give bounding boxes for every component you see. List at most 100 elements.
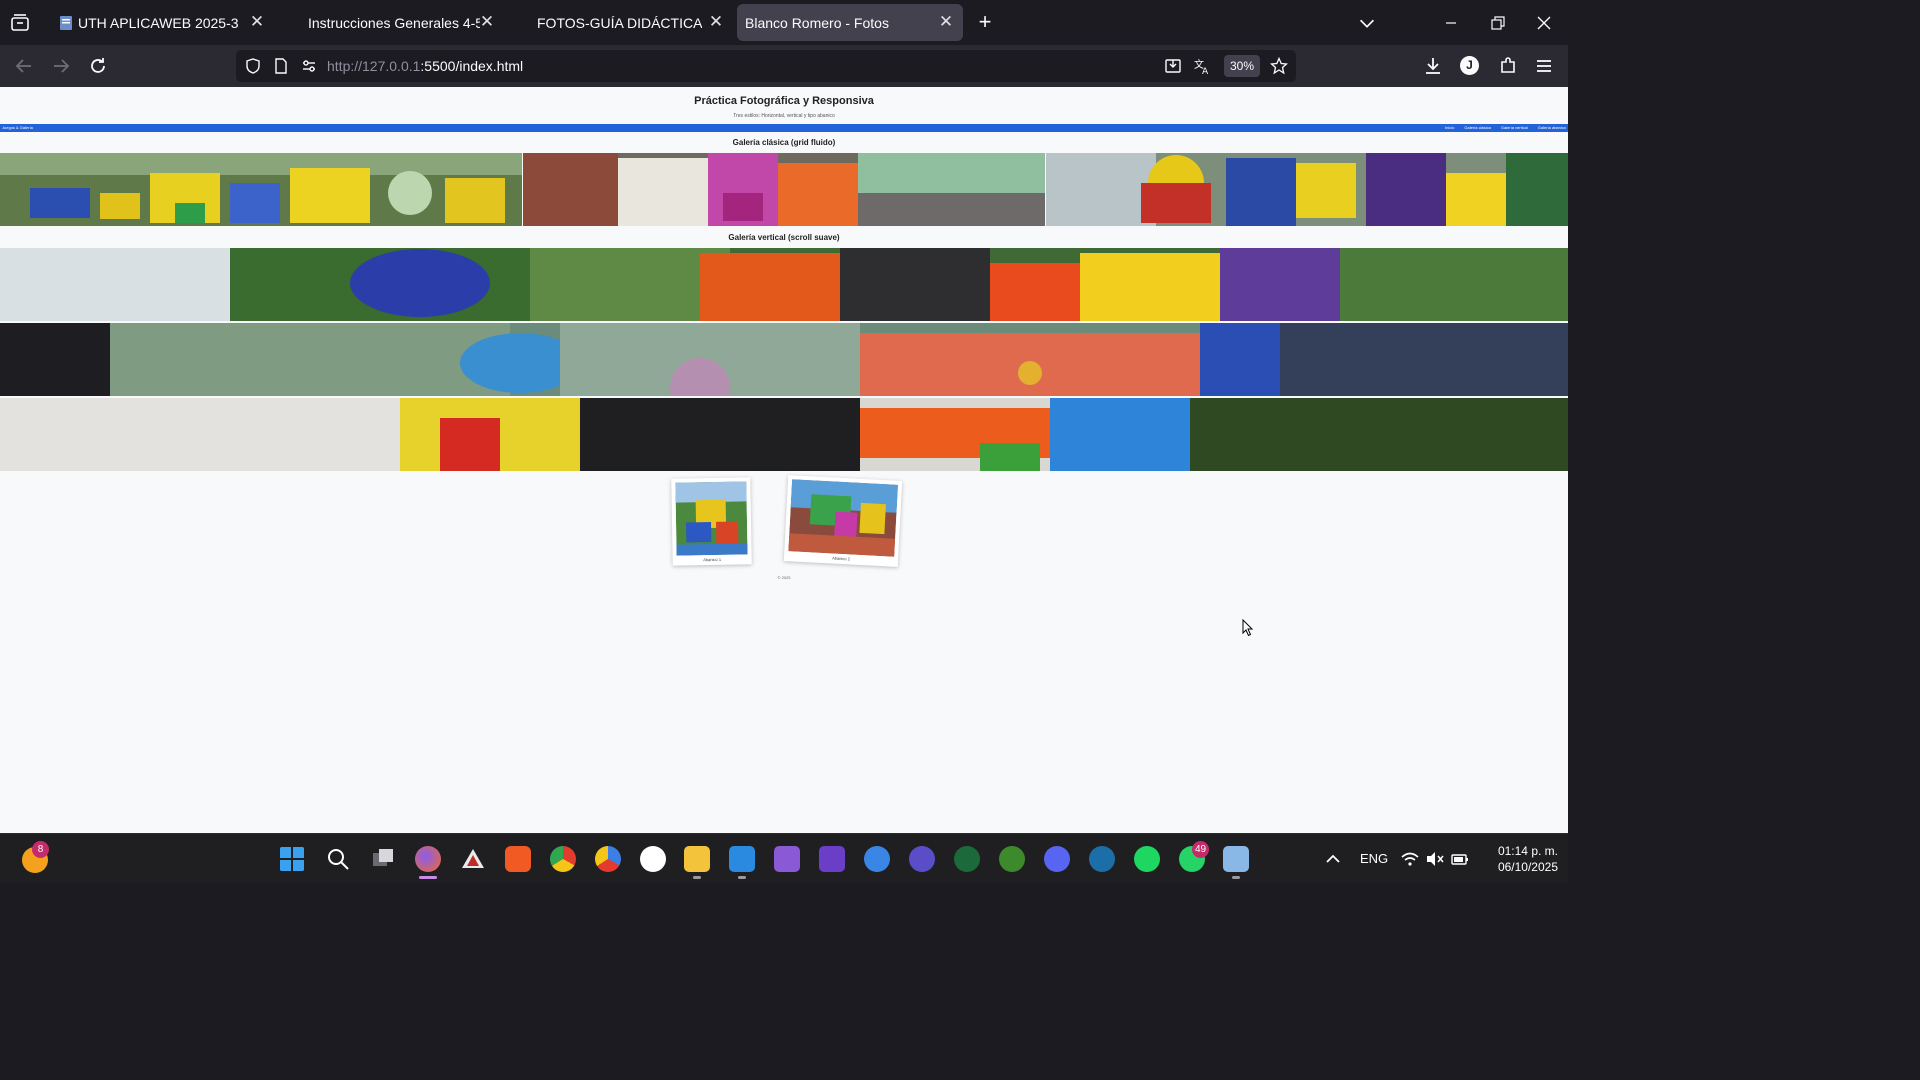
nav-link-galeria-vertical[interactable]: Galería vertical (1501, 125, 1528, 130)
vertical-photo-3[interactable] (0, 398, 1568, 471)
hs-app-icon[interactable] (999, 846, 1025, 872)
mongodb-compass-icon[interactable] (954, 846, 980, 872)
menu-icon[interactable] (1532, 54, 1556, 78)
speaker-muted-icon[interactable] (1425, 849, 1445, 869)
shield-icon[interactable] (244, 57, 262, 75)
photos-app-icon[interactable] (1223, 846, 1249, 872)
moon-app-icon[interactable] (909, 846, 935, 872)
reload-icon[interactable] (86, 54, 110, 78)
section-title-grid: Galería clásica (grid fluido) (732, 138, 836, 147)
file-explorer-indicator (693, 876, 701, 879)
app-store-icon[interactable] (864, 846, 890, 872)
vertical-photo-2[interactable] (0, 323, 1568, 396)
vscode-indicator (738, 876, 746, 879)
chrome-icon[interactable] (550, 846, 576, 872)
discord-icon[interactable] (1044, 846, 1070, 872)
tab-title: Instrucciones Generales 4-5 u2. (308, 15, 480, 31)
close-tab-icon[interactable]: ✕ (936, 12, 956, 32)
system-clock[interactable]: 01:14 p. m. 06/10/2025 (1478, 843, 1558, 875)
nav-link-galeria-clasica[interactable]: Galería clásica (1464, 125, 1490, 130)
url-path: :5500/index.html (420, 58, 524, 74)
site-navbar: Juegos & Galería Inicio Galería clásica … (0, 124, 1568, 132)
forward-arrow-icon[interactable] (49, 54, 73, 78)
firefox-active-indicator (419, 876, 437, 879)
clock-time: 01:14 p. m. (1497, 844, 1558, 858)
page-title: Práctica Fotográfica y Responsiva (694, 95, 874, 107)
page-subtitle: Tres estilos: Horizontal, vertical y tip… (733, 113, 835, 119)
save-to-pocket-icon[interactable] (1164, 57, 1182, 75)
fan-caption-1: Abanico 1 (703, 556, 722, 563)
vscode-icon[interactable] (729, 846, 755, 872)
page-icon[interactable] (272, 57, 290, 75)
tab-fotos-guia[interactable]: FOTOS-GUÍA DIDÁCTICA.pdf ✕ (518, 4, 734, 41)
gallery-photo-1[interactable] (0, 153, 522, 226)
visual-studio-preview-icon[interactable] (819, 846, 845, 872)
page-footer: © 2025 (777, 575, 791, 580)
inkscape-icon[interactable] (460, 846, 486, 872)
fan-card-1[interactable]: Abanico 1 (671, 477, 752, 566)
vertical-photo-1[interactable] (0, 248, 1568, 321)
site-nav-links: Inicio Galería clásica Galería vertical … (1445, 125, 1566, 130)
wifi-icon[interactable] (1400, 849, 1420, 869)
github-icon[interactable] (640, 846, 666, 872)
chrome-profile-icon[interactable] (595, 846, 621, 872)
svg-text:A: A (1202, 67, 1209, 75)
gallery-photo-2[interactable] (523, 153, 1045, 226)
bookmark-star-icon[interactable] (1270, 57, 1288, 75)
nav-link-inicio[interactable]: Inicio (1445, 125, 1454, 130)
spotify-icon[interactable] (1134, 846, 1160, 872)
fan-card-2[interactable]: Abanico 2 (783, 475, 903, 567)
navigation-toolbar: http://127.0.0.1:5500/index.html 文 A 30%… (0, 45, 1568, 87)
section-title-vertical: Galería vertical (scroll suave) (728, 233, 840, 242)
site-brand-link[interactable]: Juegos & Galería (2, 125, 33, 130)
visual-studio-icon[interactable] (774, 846, 800, 872)
url-bar[interactable]: http://127.0.0.1:5500/index.html 文 A 30% (236, 50, 1296, 82)
close-tab-icon[interactable]: ✕ (247, 12, 267, 32)
gallery-photo-3[interactable] (1046, 153, 1568, 226)
web-page-content: Práctica Fotográfica y Responsiva Tres e… (0, 87, 1568, 833)
tab-strip: UTH APLICAWEB 2025-3 ✕ Instrucciones Gen… (0, 0, 1568, 45)
tab-title: UTH APLICAWEB 2025-3 (78, 15, 238, 31)
chevron-down-icon[interactable] (1356, 12, 1378, 34)
permissions-icon[interactable] (300, 57, 318, 75)
brave-browser-icon[interactable] (505, 846, 531, 872)
tab-instrucciones[interactable]: Instrucciones Generales 4-5 u2. ✕ (288, 4, 506, 41)
nav-link-galeria-abanico[interactable]: Galería abanico (1538, 125, 1566, 130)
photos-app-indicator (1232, 876, 1240, 879)
search-icon[interactable] (325, 846, 351, 872)
restore-icon[interactable] (1487, 12, 1509, 34)
close-window-icon[interactable] (1533, 12, 1555, 34)
translate-icon[interactable]: 文 A (1193, 57, 1211, 75)
downloads-icon[interactable] (1421, 54, 1445, 78)
tab-uth-aplicaweb[interactable]: UTH APLICAWEB 2025-3 ✕ (44, 4, 276, 41)
clock-date: 06/10/2025 (1497, 860, 1558, 874)
close-tab-icon[interactable]: ✕ (477, 12, 497, 32)
fan-photo-1 (675, 481, 748, 556)
url-text[interactable]: http://127.0.0.1:5500/index.html (327, 58, 523, 74)
chevron-up-icon[interactable] (1322, 848, 1344, 870)
zoom-level-button[interactable]: 30% (1224, 55, 1260, 77)
tab-blanco-romero[interactable]: Blanco Romero - Fotos ✕ (737, 4, 963, 41)
close-tab-icon[interactable]: ✕ (706, 12, 726, 32)
whatsapp-badge: 49 (1192, 841, 1209, 858)
minimize-icon[interactable] (1440, 12, 1462, 34)
list-all-tabs-icon[interactable] (8, 11, 32, 35)
windows-start-icon[interactable] (279, 846, 305, 872)
account-avatar[interactable]: J (1460, 56, 1479, 75)
back-arrow-icon[interactable] (12, 54, 36, 78)
document-favicon-icon (60, 16, 72, 30)
tab-title: FOTOS-GUÍA DIDÁCTICA.pdf (537, 15, 702, 31)
battery-icon[interactable] (1450, 849, 1470, 869)
task-view-icon[interactable] (370, 846, 396, 872)
notification-badge: 8 (32, 841, 49, 858)
windows-taskbar: 8 49 ENG 01:14 p. m. 06/10/2025 (0, 833, 1568, 882)
firefox-icon[interactable] (415, 846, 441, 872)
fan-photo-2 (788, 479, 898, 557)
new-tab-button[interactable]: + (974, 11, 996, 34)
extensions-icon[interactable] (1496, 54, 1520, 78)
file-explorer-icon[interactable] (684, 846, 710, 872)
mouse-cursor-icon (1242, 619, 1254, 637)
steam-icon[interactable] (1089, 846, 1115, 872)
language-indicator[interactable]: ENG (1360, 851, 1388, 866)
url-host: http://127.0.0.1 (327, 58, 421, 74)
